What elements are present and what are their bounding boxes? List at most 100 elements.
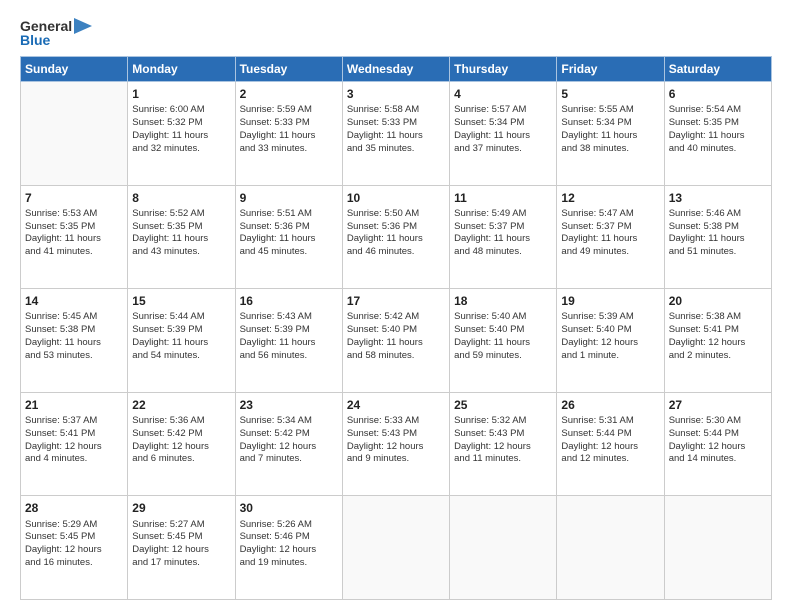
day-number: 8: [132, 190, 230, 206]
calendar-cell: 10 Sunrise: 5:50 AM Sunset: 5:36 PM Dayli…: [342, 185, 449, 289]
day-info: Sunrise: 5:39 AM Sunset: 5:40 PM Dayligh…: [561, 311, 659, 362]
day-number: 27: [669, 397, 767, 413]
day-number: 13: [669, 190, 767, 206]
day-number: 28: [25, 500, 123, 516]
day-header-saturday: Saturday: [664, 57, 771, 82]
day-number: 3: [347, 86, 445, 102]
calendar-cell: [21, 82, 128, 186]
calendar-cell: 4 Sunrise: 5:57 AM Sunset: 5:34 PM Daylig…: [450, 82, 557, 186]
day-number: 18: [454, 293, 552, 309]
calendar-cell: 9Sunrise: 5:51 AM Sunset: 5:36 PM Daylig…: [235, 185, 342, 289]
page-header: General Blue: [20, 18, 772, 48]
day-info: Sunrise: 6:00 AM Sunset: 5:32 PM Dayligh…: [132, 104, 230, 155]
day-number: 26: [561, 397, 659, 413]
day-number: 30: [240, 500, 338, 516]
calendar-cell: [342, 496, 449, 600]
day-info: Sunrise: 5:55 AM Sunset: 5:34 PM Dayligh…: [561, 104, 659, 155]
calendar-cell: [557, 496, 664, 600]
day-info: Sunrise: 5:29 AM Sunset: 5:45 PM Dayligh…: [25, 519, 123, 570]
calendar-cell: 18 Sunrise: 5:40 AM Sunset: 5:40 PM Dayli…: [450, 289, 557, 393]
logo-arrow-icon: [74, 18, 92, 34]
calendar-cell: [450, 496, 557, 600]
calendar-cell: 6Sunrise: 5:54 AM Sunset: 5:35 PM Daylig…: [664, 82, 771, 186]
day-info: Sunrise: 5:26 AM Sunset: 5:46 PM Dayligh…: [240, 519, 338, 570]
calendar-cell: 22Sunrise: 5:36 AM Sunset: 5:42 PM Dayli…: [128, 392, 235, 496]
calendar-week-row: 14 Sunrise: 5:45 AM Sunset: 5:38 PM Dayli…: [21, 289, 772, 393]
calendar-cell: 20 Sunrise: 5:38 AM Sunset: 5:41 PM Dayli…: [664, 289, 771, 393]
day-info: Sunrise: 5:57 AM Sunset: 5:34 PM Dayligh…: [454, 104, 552, 155]
calendar-cell: 7Sunrise: 5:53 AM Sunset: 5:35 PM Daylig…: [21, 185, 128, 289]
day-header-monday: Monday: [128, 57, 235, 82]
day-number: 1: [132, 86, 230, 102]
day-number: 25: [454, 397, 552, 413]
day-header-thursday: Thursday: [450, 57, 557, 82]
calendar-cell: 8 Sunrise: 5:52 AM Sunset: 5:35 PM Daylig…: [128, 185, 235, 289]
calendar-cell: 11 Sunrise: 5:49 AM Sunset: 5:37 PM Dayli…: [450, 185, 557, 289]
day-info: Sunrise: 5:49 AM Sunset: 5:37 PM Dayligh…: [454, 208, 552, 259]
calendar-cell: 3 Sunrise: 5:58 AM Sunset: 5:33 PM Daylig…: [342, 82, 449, 186]
logo-blue: Blue: [20, 32, 50, 48]
day-info: Sunrise: 5:30 AM Sunset: 5:44 PM Dayligh…: [669, 415, 767, 466]
day-header-sunday: Sunday: [21, 57, 128, 82]
calendar: SundayMondayTuesdayWednesdayThursdayFrid…: [20, 56, 772, 600]
calendar-cell: 28 Sunrise: 5:29 AM Sunset: 5:45 PM Dayli…: [21, 496, 128, 600]
day-header-tuesday: Tuesday: [235, 57, 342, 82]
day-info: Sunrise: 5:43 AM Sunset: 5:39 PM Dayligh…: [240, 311, 338, 362]
calendar-cell: 16 Sunrise: 5:43 AM Sunset: 5:39 PM Dayli…: [235, 289, 342, 393]
calendar-cell: 1 Sunrise: 6:00 AM Sunset: 5:32 PM Daylig…: [128, 82, 235, 186]
day-number: 7: [25, 190, 123, 206]
day-number: 29: [132, 500, 230, 516]
calendar-cell: 14 Sunrise: 5:45 AM Sunset: 5:38 PM Dayli…: [21, 289, 128, 393]
day-number: 19: [561, 293, 659, 309]
day-number: 2: [240, 86, 338, 102]
logo-text-block: General Blue: [20, 18, 92, 48]
day-info: Sunrise: 5:58 AM Sunset: 5:33 PM Dayligh…: [347, 104, 445, 155]
calendar-cell: 27 Sunrise: 5:30 AM Sunset: 5:44 PM Dayli…: [664, 392, 771, 496]
calendar-cell: 2Sunrise: 5:59 AM Sunset: 5:33 PM Daylig…: [235, 82, 342, 186]
calendar-cell: 15 Sunrise: 5:44 AM Sunset: 5:39 PM Dayli…: [128, 289, 235, 393]
day-info: Sunrise: 5:47 AM Sunset: 5:37 PM Dayligh…: [561, 208, 659, 259]
calendar-week-row: 1 Sunrise: 6:00 AM Sunset: 5:32 PM Daylig…: [21, 82, 772, 186]
day-info: Sunrise: 5:50 AM Sunset: 5:36 PM Dayligh…: [347, 208, 445, 259]
calendar-cell: 29Sunrise: 5:27 AM Sunset: 5:45 PM Dayli…: [128, 496, 235, 600]
day-info: Sunrise: 5:46 AM Sunset: 5:38 PM Dayligh…: [669, 208, 767, 259]
day-info: Sunrise: 5:52 AM Sunset: 5:35 PM Dayligh…: [132, 208, 230, 259]
day-header-wednesday: Wednesday: [342, 57, 449, 82]
day-number: 17: [347, 293, 445, 309]
calendar-cell: 26 Sunrise: 5:31 AM Sunset: 5:44 PM Dayli…: [557, 392, 664, 496]
calendar-cell: 30 Sunrise: 5:26 AM Sunset: 5:46 PM Dayli…: [235, 496, 342, 600]
day-number: 4: [454, 86, 552, 102]
day-info: Sunrise: 5:54 AM Sunset: 5:35 PM Dayligh…: [669, 104, 767, 155]
day-number: 23: [240, 397, 338, 413]
calendar-cell: 25 Sunrise: 5:32 AM Sunset: 5:43 PM Dayli…: [450, 392, 557, 496]
day-number: 11: [454, 190, 552, 206]
day-info: Sunrise: 5:42 AM Sunset: 5:40 PM Dayligh…: [347, 311, 445, 362]
calendar-cell: 24 Sunrise: 5:33 AM Sunset: 5:43 PM Dayli…: [342, 392, 449, 496]
logo: General Blue: [20, 18, 92, 48]
day-number: 12: [561, 190, 659, 206]
day-info: Sunrise: 5:32 AM Sunset: 5:43 PM Dayligh…: [454, 415, 552, 466]
day-info: Sunrise: 5:31 AM Sunset: 5:44 PM Dayligh…: [561, 415, 659, 466]
calendar-week-row: 21Sunrise: 5:37 AM Sunset: 5:41 PM Dayli…: [21, 392, 772, 496]
day-info: Sunrise: 5:40 AM Sunset: 5:40 PM Dayligh…: [454, 311, 552, 362]
day-number: 16: [240, 293, 338, 309]
day-number: 24: [347, 397, 445, 413]
day-number: 20: [669, 293, 767, 309]
day-number: 15: [132, 293, 230, 309]
day-info: Sunrise: 5:33 AM Sunset: 5:43 PM Dayligh…: [347, 415, 445, 466]
day-number: 9: [240, 190, 338, 206]
calendar-cell: 17 Sunrise: 5:42 AM Sunset: 5:40 PM Dayli…: [342, 289, 449, 393]
calendar-cell: 19 Sunrise: 5:39 AM Sunset: 5:40 PM Dayli…: [557, 289, 664, 393]
calendar-cell: 13 Sunrise: 5:46 AM Sunset: 5:38 PM Dayli…: [664, 185, 771, 289]
day-info: Sunrise: 5:44 AM Sunset: 5:39 PM Dayligh…: [132, 311, 230, 362]
calendar-cell: [664, 496, 771, 600]
calendar-cell: 23 Sunrise: 5:34 AM Sunset: 5:42 PM Dayli…: [235, 392, 342, 496]
calendar-week-row: 7Sunrise: 5:53 AM Sunset: 5:35 PM Daylig…: [21, 185, 772, 289]
day-info: Sunrise: 5:45 AM Sunset: 5:38 PM Dayligh…: [25, 311, 123, 362]
day-number: 21: [25, 397, 123, 413]
day-number: 10: [347, 190, 445, 206]
day-number: 14: [25, 293, 123, 309]
day-info: Sunrise: 5:34 AM Sunset: 5:42 PM Dayligh…: [240, 415, 338, 466]
day-info: Sunrise: 5:38 AM Sunset: 5:41 PM Dayligh…: [669, 311, 767, 362]
calendar-cell: 21Sunrise: 5:37 AM Sunset: 5:41 PM Dayli…: [21, 392, 128, 496]
